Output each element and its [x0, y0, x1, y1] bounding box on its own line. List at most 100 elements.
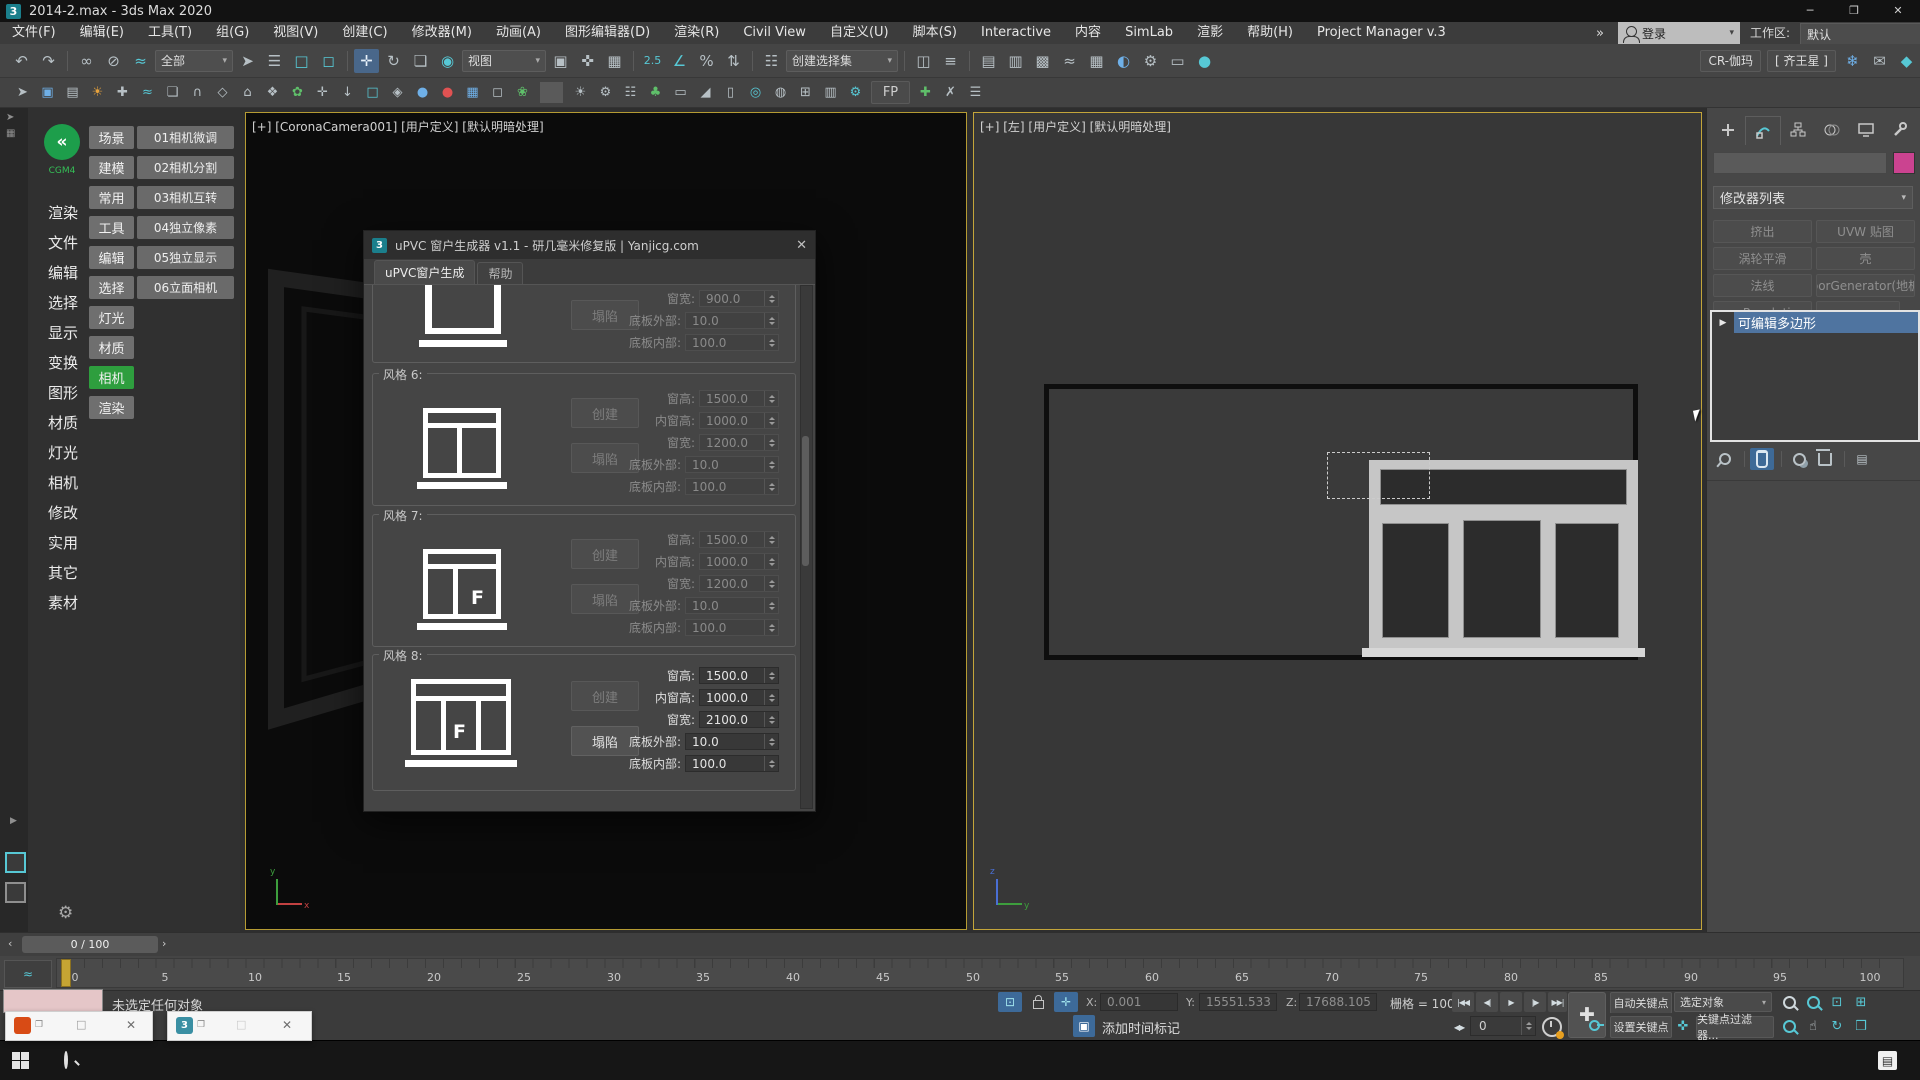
separator[interactable] [633, 51, 634, 71]
spinner-arrows[interactable] [764, 734, 778, 749]
go-to-end-button[interactable]: ▶▶| [1548, 992, 1567, 1012]
dock-pointer-icon[interactable]: ➤ [6, 112, 14, 123]
add-tool-icon[interactable]: ✚ [111, 82, 134, 103]
spinner-field[interactable]: 10.0 [685, 456, 779, 473]
rendered-frame-window-icon[interactable]: ▭ [1165, 49, 1190, 73]
quick-shell-button[interactable]: 壳 [1816, 247, 1915, 270]
menu-item[interactable]: 脚本(S) [901, 22, 969, 44]
workspace-dropdown[interactable]: 默认 ▾ [1800, 23, 1920, 45]
stack-row-editable-poly[interactable]: ▶ 可编辑多边形 [1712, 312, 1918, 333]
settings-tool-icon[interactable]: ⚙ [844, 82, 867, 103]
go-to-start-button[interactable]: |◀◀ [1452, 992, 1474, 1012]
menu-item[interactable]: 视图(V) [261, 22, 330, 44]
spinner-field[interactable]: 10.0 [685, 733, 779, 750]
search-icon[interactable] [64, 1053, 68, 1067]
select-and-scale-icon[interactable]: ❏ [408, 49, 433, 73]
isolate-selection-icon[interactable]: ⊡ [998, 992, 1022, 1012]
stack-tool-icon[interactable]: ☷ [619, 82, 642, 103]
orbit-icon[interactable]: ↻ [1826, 1016, 1848, 1036]
menu-item[interactable]: 渲影 [1185, 22, 1235, 44]
bind-to-space-warp-icon[interactable]: ≈ [128, 49, 153, 73]
select-and-place-icon[interactable]: ◉ [435, 49, 460, 73]
key-filters-icon[interactable]: ✜ [1672, 1016, 1694, 1036]
gem-tool-icon[interactable]: ◈ [386, 82, 409, 103]
box-tool-icon[interactable]: ❏ [161, 82, 184, 103]
gear-icon[interactable]: ⚙ [58, 903, 73, 923]
category-render[interactable]: 渲染 [89, 396, 134, 419]
category-modeling[interactable]: 建模 [89, 156, 134, 179]
viewport-layout-tab-icon[interactable] [5, 852, 26, 873]
separator[interactable] [347, 51, 348, 71]
camera-preset-button[interactable]: 05独立显示 [137, 246, 234, 269]
left-ortho-viewport[interactable]: [+] [左] [用户定义] [默认明暗处理] y z [973, 112, 1702, 930]
configure-modifier-sets-icon[interactable]: ▤ [1850, 448, 1874, 470]
camera-preset-button[interactable]: 01相机微调 [137, 126, 234, 149]
spinner-arrows[interactable] [764, 479, 778, 494]
keyboard-override-icon[interactable]: ▦ [602, 49, 627, 73]
quick-turbosmooth-button[interactable]: 涡轮平滑 [1713, 247, 1812, 270]
minimize-icon[interactable]: ─ [1788, 0, 1832, 22]
spinner-arrows[interactable] [764, 291, 778, 306]
previous-frame-button[interactable]: ◀| [1476, 992, 1498, 1012]
terrain-tool-icon[interactable]: ◢ [694, 82, 717, 103]
angle-snap-icon[interactable]: ∠ [667, 49, 692, 73]
sidebar-nav-item[interactable]: 素材 [48, 588, 78, 618]
sidebar-nav-item[interactable]: 文件 [48, 228, 78, 258]
spinner-arrows[interactable] [764, 690, 778, 705]
pin-stack-icon[interactable] [1713, 448, 1737, 470]
spinner-arrows[interactable] [764, 598, 778, 613]
show-end-result-icon[interactable] [1750, 448, 1774, 470]
spinner-field[interactable]: 10.0 [685, 597, 779, 614]
sidebar-nav-item[interactable]: 相机 [48, 468, 78, 498]
panel-tool-icon[interactable]: ▣ [36, 82, 59, 103]
spinner-field[interactable]: 900.0 [699, 290, 779, 307]
edit-named-sets-icon[interactable]: ☷ [759, 49, 784, 73]
use-pivot-point-icon[interactable]: ▣ [548, 49, 573, 73]
camera-sphere-icon[interactable]: ◍ [769, 82, 792, 103]
green-plus-icon[interactable]: ✚ [914, 82, 937, 103]
gear-tool-icon[interactable]: ⚙ [594, 82, 617, 103]
selection-lock-icon[interactable] [1026, 992, 1050, 1012]
sidebar-nav-item[interactable]: 其它 [48, 558, 78, 588]
lamp-tool-icon[interactable]: ☀ [569, 82, 592, 103]
category-select[interactable]: 选择 [89, 276, 134, 299]
sidebar-nav-item[interactable]: 修改 [48, 498, 78, 528]
spinner-arrows[interactable] [1521, 1017, 1535, 1035]
tab-utilities[interactable] [1883, 116, 1917, 144]
viewport-label[interactable]: [+] [左] [用户定义] [默认明暗处理] [980, 118, 1171, 135]
taskbar-preview-corona[interactable]: ❐ □ ✕ [5, 1011, 153, 1041]
region-tool-icon[interactable]: □ [361, 82, 384, 103]
reference-coordinate-dropdown[interactable]: 视图▾ [462, 50, 546, 72]
align-icon[interactable]: ≡ [938, 49, 963, 73]
restore-icon[interactable]: □ [76, 1018, 86, 1031]
y-coordinate-field[interactable]: 15551.533 [1199, 993, 1277, 1011]
separator[interactable] [752, 51, 753, 71]
ribbon-toggle-icon[interactable]: ▩ [1030, 49, 1055, 73]
scene-explorer-icon[interactable]: ▤ [976, 49, 1001, 73]
sidebar-nav-item[interactable]: 实用 [48, 528, 78, 558]
separator[interactable] [67, 51, 68, 71]
menu-item[interactable]: 自定义(U) [818, 22, 901, 44]
message-plugin-icon[interactable]: ✉ [1867, 49, 1892, 73]
spinner-field[interactable]: 1000.0 [699, 553, 779, 570]
home-tool-icon[interactable]: ⌂ [236, 82, 259, 103]
remove-modifier-icon[interactable] [1813, 448, 1837, 470]
book-tool-icon[interactable]: ▭ [669, 82, 692, 103]
tab-create[interactable] [1711, 116, 1745, 144]
category-scene[interactable]: 场景 [89, 126, 134, 149]
sidebar-nav-item[interactable]: 选择 [48, 288, 78, 318]
quick-floorgenerator-button[interactable]: oorGenerator(地板 [1816, 274, 1915, 297]
sidebar-nav-item[interactable]: 渲染 [48, 198, 78, 228]
spinner-arrows[interactable] [764, 313, 778, 328]
floor-plan-plugin-icon[interactable]: FP [871, 81, 910, 104]
make-unique-icon[interactable] [1787, 448, 1811, 470]
light-tool-icon[interactable]: ☀ [86, 82, 109, 103]
menu-item[interactable]: 动画(A) [484, 22, 553, 44]
separator[interactable] [904, 51, 905, 71]
spinner-field[interactable]: 1200.0 [699, 575, 779, 592]
add-time-tag-label[interactable]: 添加时间标记 [1102, 1018, 1180, 1037]
spacer[interactable] [1219, 49, 1696, 73]
notification-center-icon[interactable]: ▤ [1878, 1051, 1897, 1070]
undo-icon[interactable]: ↶ [9, 49, 34, 73]
separator[interactable] [969, 51, 970, 71]
